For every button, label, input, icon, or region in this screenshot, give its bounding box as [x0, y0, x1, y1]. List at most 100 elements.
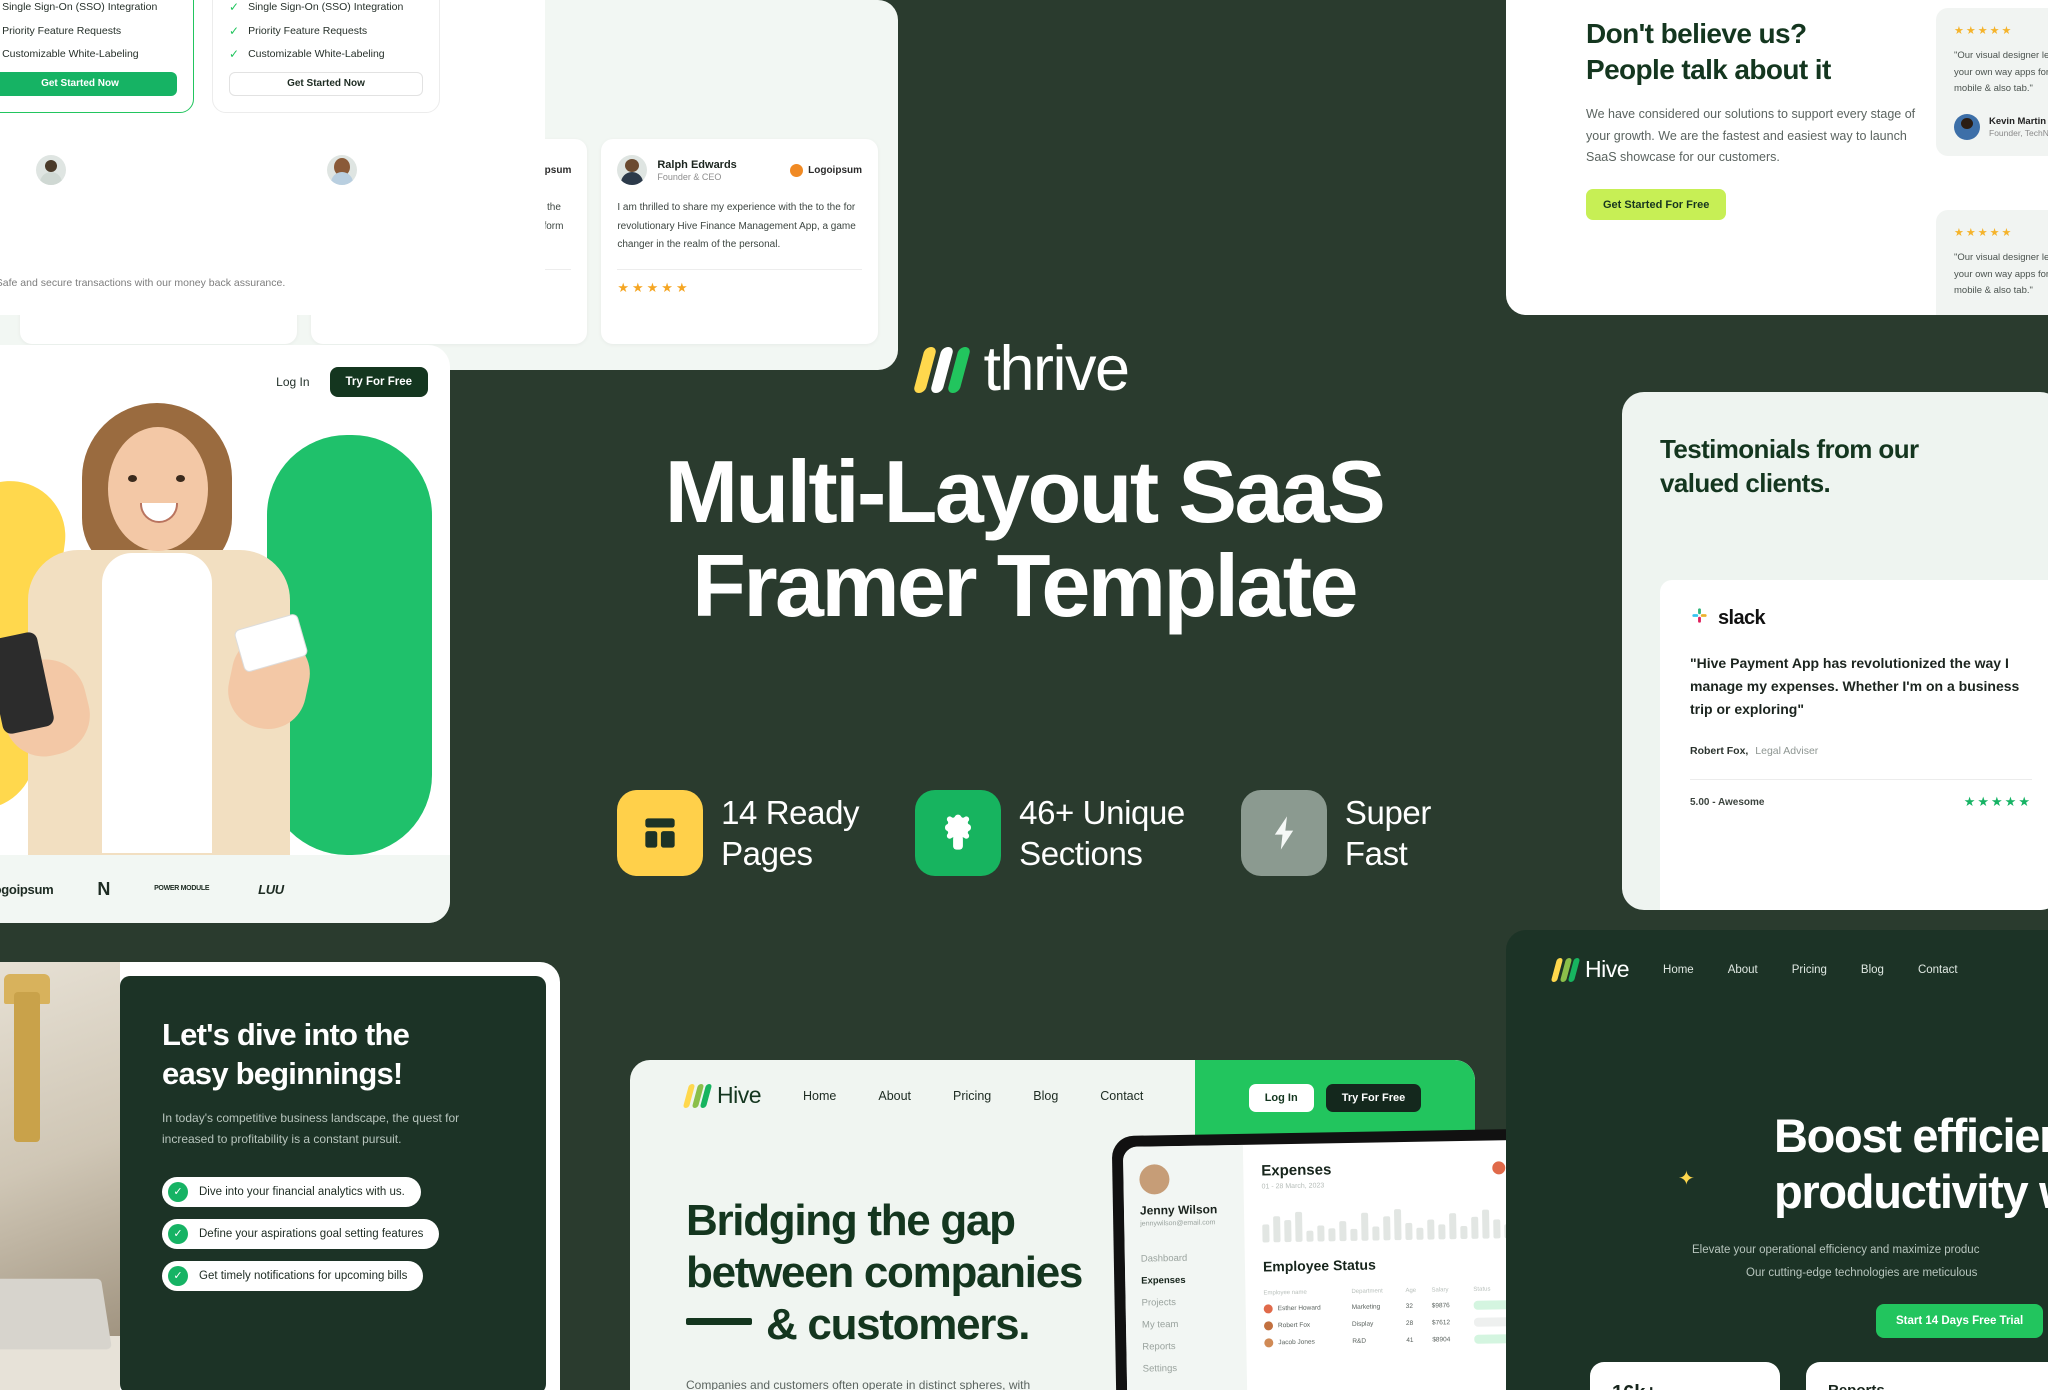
mini-testimonial-card[interactable]: ★★★★★ "Our visual designer lets and drop… [1936, 210, 2048, 315]
plan-feature: ✓Priority Feature Requests [229, 23, 368, 38]
desk-photo [0, 962, 120, 1390]
sidebar-item-projects[interactable]: Projects [1142, 1296, 1230, 1309]
nav-contact[interactable]: Contact [1100, 1089, 1143, 1103]
hive-slashes-icon [682, 1083, 713, 1108]
pricing-card: $49 / month ✓Dedicated Account Manager ✓… [0, 0, 545, 315]
sidebar-item-expenses[interactable]: Expenses [1141, 1274, 1229, 1287]
client-testimonials-heading: Testimonials from our valued clients. [1660, 434, 1919, 499]
pricing-plan-featured[interactable]: $49 / month ✓Dedicated Account Manager ✓… [0, 0, 194, 113]
chart-bar [1339, 1221, 1347, 1242]
badge-super-fast: Super Fast [1240, 790, 1431, 876]
sidebar-item-settings[interactable]: Settings [1143, 1362, 1231, 1375]
believe-card: Don't believe us? People talk about it W… [1506, 0, 2048, 315]
dive-pill[interactable]: ✓ Dive into your financial analytics with… [162, 1176, 421, 1207]
sidebar-item-my-team[interactable]: My team [1142, 1318, 1230, 1331]
testimonial-role: Founder & CEO [657, 171, 722, 182]
slack-author: Robert Fox, Legal Adviser [1690, 745, 1819, 758]
nav-blog[interactable]: Blog [1861, 964, 1884, 976]
get-started-button[interactable]: Get Started Now [229, 71, 423, 96]
thrive-slashes-icon [913, 346, 972, 393]
avatar [326, 155, 357, 185]
boost-card: Hive Home About Pricing Blog Contact ✦ B… [1506, 930, 2048, 1390]
hive-logo: Hive [1550, 956, 1630, 983]
start-free-trial-button[interactable]: Start 14 Days Free Trial [1876, 1304, 2044, 1338]
chart-bar [1449, 1213, 1457, 1240]
chart-bar [1427, 1219, 1435, 1240]
slack-score-row: 5.00 - Awesome ★★★★★ [1690, 794, 2032, 810]
chart-bar [1295, 1211, 1303, 1242]
logoipsum-icon [790, 163, 804, 177]
try-for-free-button[interactable]: Try For Free [1325, 1084, 1422, 1112]
stat-card-active-users[interactable]: 16k+ Active users [1590, 1362, 1780, 1390]
slack-wordmark: slack [1718, 606, 1766, 629]
avatar [36, 155, 66, 185]
badge-unique-sections: 46+ Unique Sections [915, 790, 1185, 876]
chart-bar [1262, 1224, 1270, 1243]
chart-bar [1372, 1226, 1380, 1241]
check-icon: ✓ [168, 1265, 188, 1286]
sidebar-item-reports[interactable]: Reports [1142, 1340, 1230, 1353]
dive-panel: Let's dive into the easy beginnings! In … [120, 976, 546, 1390]
logo-power-module: POWER MODULE [154, 885, 210, 893]
chart-bar [1383, 1216, 1391, 1241]
divider [617, 268, 863, 270]
chart-bar [1284, 1220, 1292, 1243]
check-icon: ✓ [229, 23, 240, 38]
badge-label: 14 Ready Pages [721, 793, 860, 872]
try-for-free-button[interactable]: Try For Free [329, 367, 428, 397]
nav-pricing[interactable]: Pricing [1792, 964, 1827, 976]
dashboard-user-email: jennywilson@email.com [1140, 1219, 1216, 1228]
login-link[interactable]: Log In [276, 375, 309, 389]
nav-about[interactable]: About [878, 1089, 911, 1103]
client-testimonials-card: Testimonials from our valued clients. sl… [1622, 392, 2048, 910]
nav-home[interactable]: Home [803, 1089, 836, 1103]
nav-pricing[interactable]: Pricing [953, 1089, 991, 1103]
slack-logo: slack [1690, 606, 2032, 630]
chart-bar [1317, 1225, 1325, 1242]
mini-testimonial-card[interactable]: ★★★★★ "Our visual designer lets and drop… [1936, 8, 2048, 156]
hive-wordmark: Hive [1585, 956, 1630, 982]
nav-home[interactable]: Home [1663, 964, 1694, 976]
dive-pill[interactable]: ✓ Get timely notifications for upcoming b… [162, 1260, 424, 1291]
get-started-button[interactable]: Get Started Now [0, 71, 177, 96]
nav-contact[interactable]: Contact [1918, 964, 1958, 976]
hive-logo: Hive [682, 1082, 762, 1109]
check-icon: ✓ [229, 0, 240, 14]
pricing-plan-standard[interactable]: $99 / month ✓Dedicated Account Manager ✓… [212, 0, 440, 113]
chart-bar [1438, 1224, 1446, 1240]
avatar [1954, 113, 1980, 140]
testimonial-card[interactable]: Ralph Edwards Founder & CEO Logoipsum I … [601, 139, 879, 344]
company-logo: Logoipsum [790, 163, 862, 177]
rating-stars: ★★★★★ [1954, 25, 2014, 37]
plan-feature: ✓Priority Feature Requests [2, 24, 122, 37]
chart-bar [1273, 1216, 1281, 1243]
stat-card-reports[interactable]: Reports 100 [1806, 1362, 2048, 1390]
hero-nav: Log In Try For Free [276, 367, 428, 397]
check-icon: ✓ [168, 1181, 188, 1202]
get-started-free-button[interactable]: Get Started For Free [1586, 189, 1727, 221]
nav-about[interactable]: About [1728, 964, 1758, 976]
logo-luu: LUU [258, 881, 284, 897]
badge-label: Super Fast [1344, 793, 1431, 872]
slack-testimonial-card[interactable]: slack "Hive Payment App has revolutioniz… [1660, 580, 2048, 910]
hive-slashes-icon [1550, 957, 1581, 982]
score-text: 5.00 - Awesome [1690, 796, 1765, 808]
sidebar-item-dashboard[interactable]: Dashboard [1141, 1252, 1229, 1265]
chart-bar [1482, 1209, 1490, 1239]
badge-label: 46+ Unique Sections [1019, 793, 1185, 872]
boost-heading: Boost efficiency productivity w [1774, 1109, 2048, 1219]
chart-bar [1361, 1212, 1369, 1241]
pricing-note: 100% Safe and secure transactions with o… [0, 277, 286, 289]
dashboard-user-name: Jenny Wilson [1139, 1202, 1218, 1218]
slack-icon [1690, 606, 1709, 630]
dive-paragraph: In today's competitive business landscap… [162, 1110, 460, 1147]
dive-pill[interactable]: ✓ Define your aspirations goal setting fe… [162, 1218, 440, 1249]
rating-stars: ★★★★★ [617, 279, 691, 295]
logo-n: N [97, 878, 111, 899]
boost-paragraph: Elevate your operational efficiency and … [1692, 1243, 1980, 1279]
testimonial-name: Ralph Edwards [657, 158, 737, 171]
login-button[interactable]: Log In [1248, 1084, 1314, 1112]
boost-navbar: Hive Home About Pricing Blog Contact [1506, 930, 2048, 983]
nav-blog[interactable]: Blog [1033, 1089, 1058, 1103]
mini-author: Kevin Martin Founder, TechN [1954, 113, 2048, 140]
